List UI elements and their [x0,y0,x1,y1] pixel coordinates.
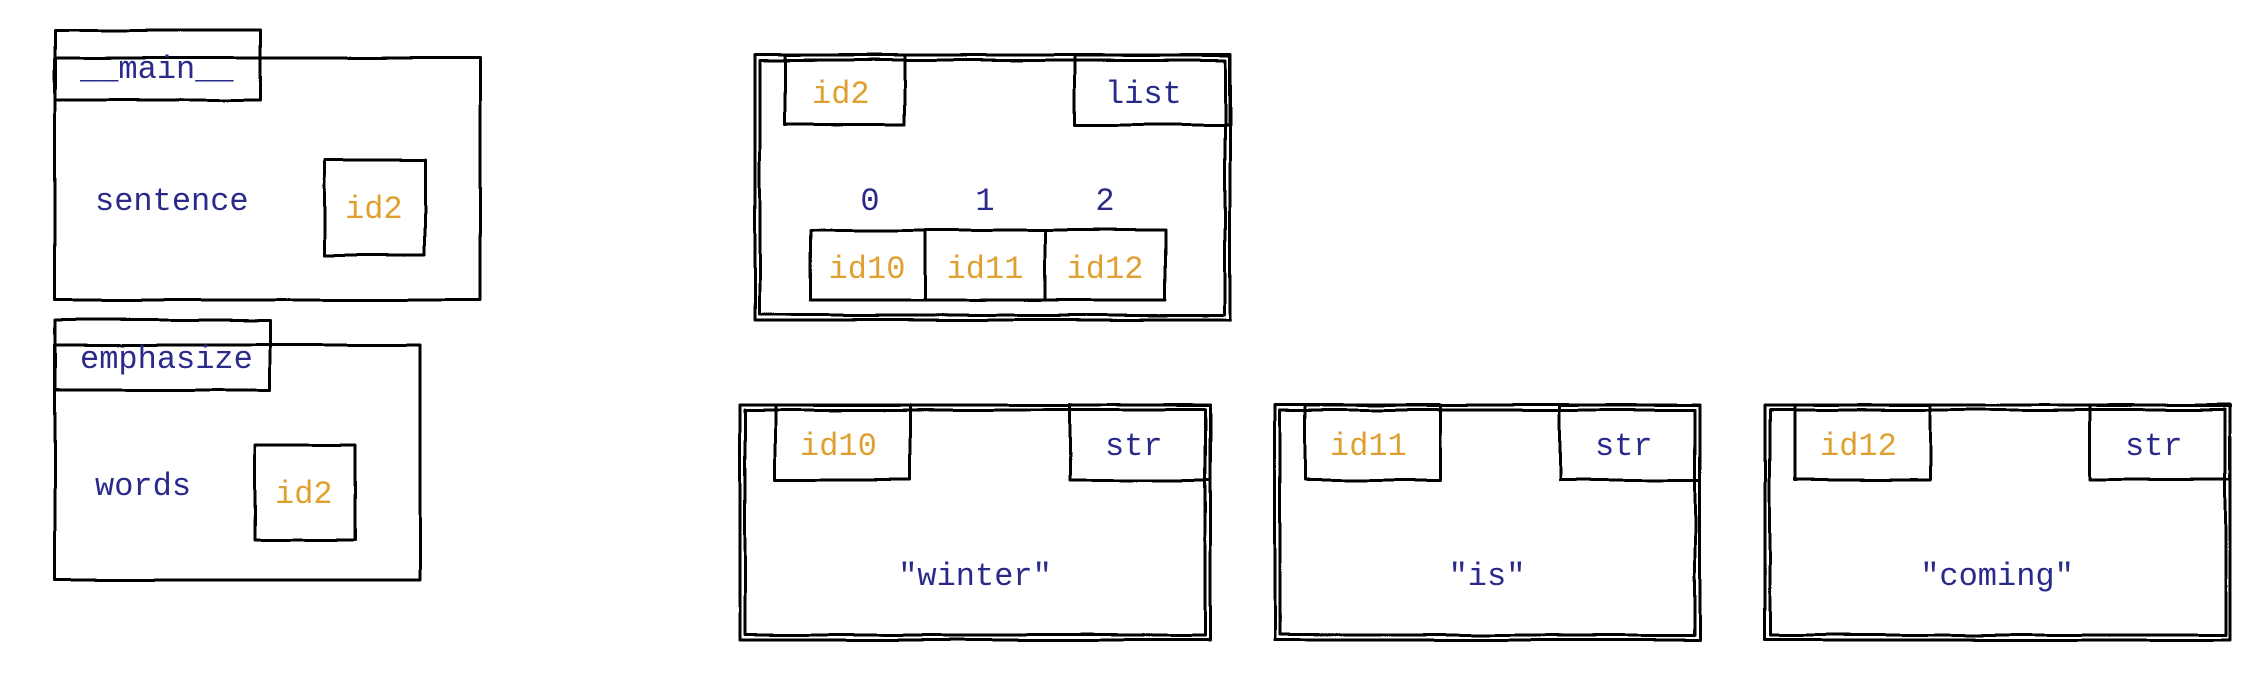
object-str-1-value: "is" [1449,558,1526,595]
frame-main-var: sentence [95,183,249,220]
list-index-2: 2 [1095,183,1114,220]
frame-main-ref: id2 [345,191,403,228]
list-element-0: id10 [829,251,906,288]
frame-main: __main__ sentence id2 [55,30,480,300]
object-str-2: id12 str "coming" [1765,405,2230,640]
object-str-0-id: id10 [800,428,877,465]
object-str-1-id: id11 [1330,428,1407,465]
frame-emphasize-label: emphasize [80,341,253,378]
frame-emphasize-ref: id2 [275,476,333,513]
frame-main-label: __main__ [79,51,234,88]
object-str-0-type: str [1105,428,1163,465]
frame-emphasize: emphasize words id2 [55,320,420,580]
object-str-2-type: str [2125,428,2183,465]
list-element-2: id12 [1067,251,1144,288]
frame-emphasize-var: words [95,468,191,505]
object-str-0: id10 str "winter" [740,405,1210,640]
object-str-0-value: "winter" [898,558,1052,595]
list-element-1: id11 [947,251,1024,288]
object-str-1-type: str [1595,428,1653,465]
object-list-id: id2 [812,76,870,113]
object-list-type: list [1105,76,1182,113]
list-index-1: 1 [975,183,994,220]
list-index-0: 0 [860,183,879,220]
object-list: id2 list 0 1 2 id10 id11 id12 [755,55,1230,320]
object-str-2-value: "coming" [1920,558,2074,595]
object-str-1: id11 str "is" [1275,405,1700,640]
object-str-2-id: id12 [1820,428,1897,465]
